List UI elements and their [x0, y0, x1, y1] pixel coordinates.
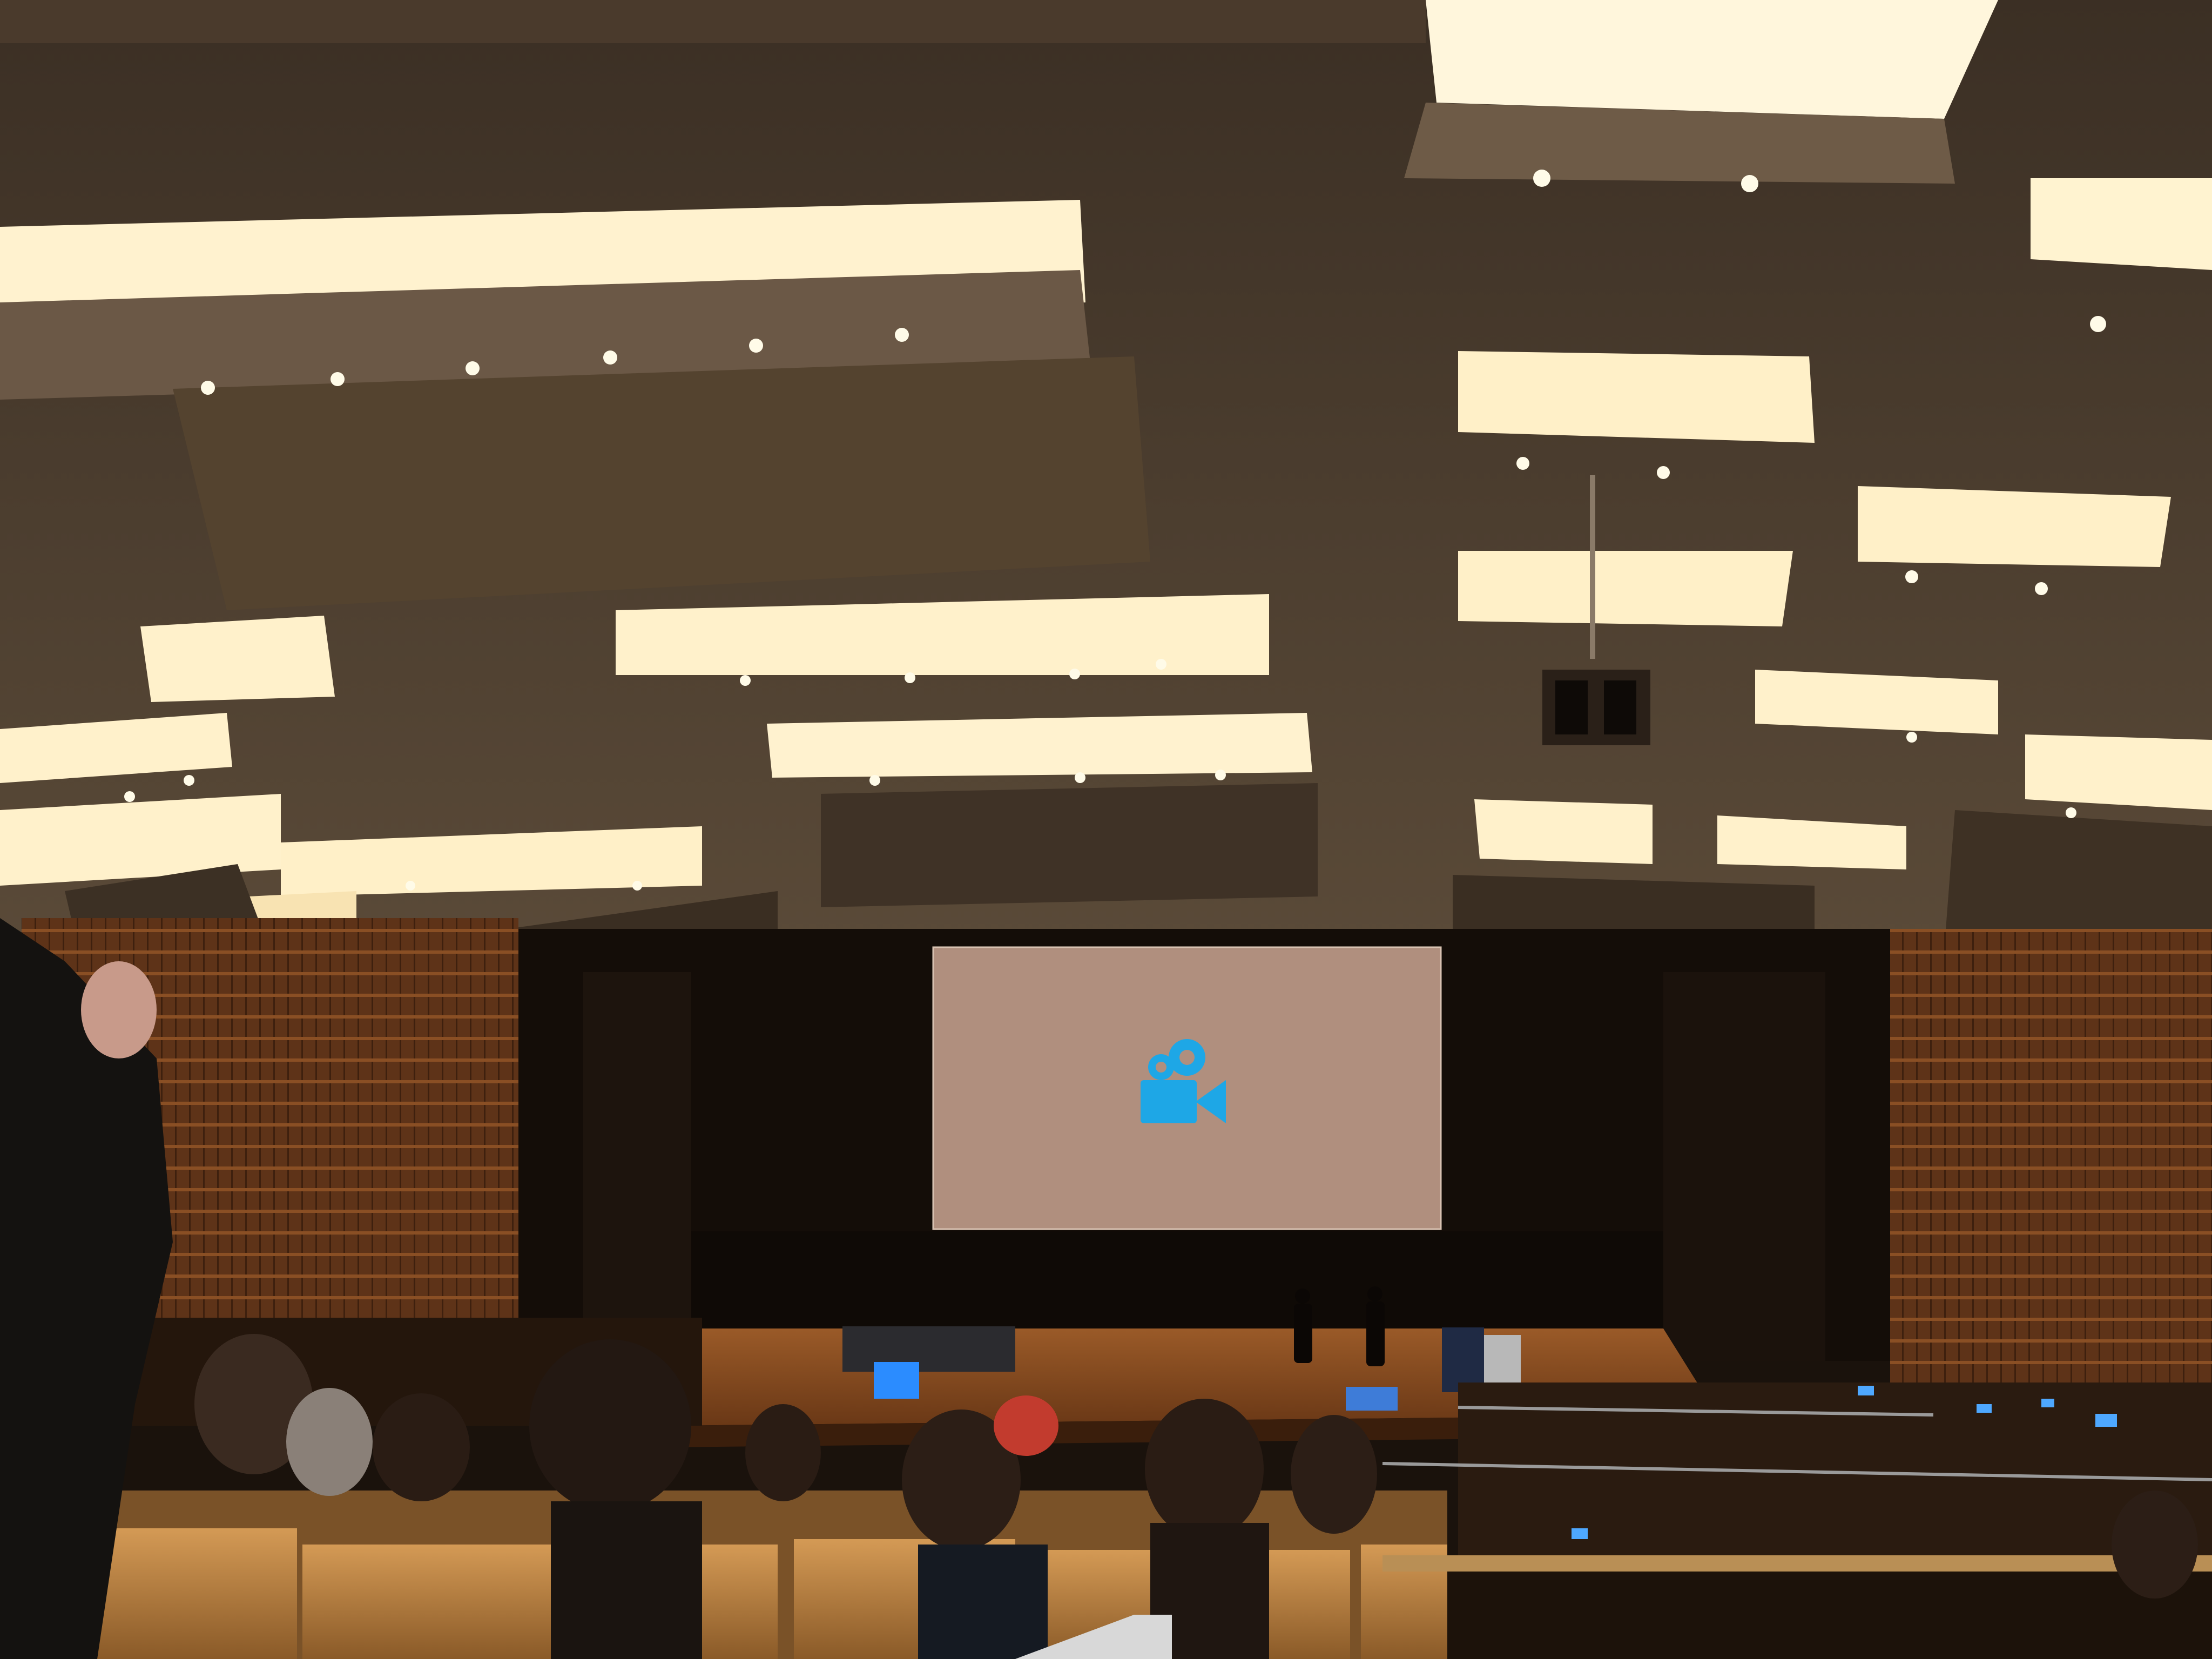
ceiling-panel: [1426, 0, 1998, 119]
downlight: [201, 381, 215, 395]
downlight: [1906, 732, 1917, 743]
downlight: [869, 775, 880, 786]
downlight: [1905, 570, 1918, 583]
foreground-railing: [1382, 1555, 2212, 1572]
downlight: [740, 675, 751, 686]
stage-desk: [842, 1326, 1015, 1372]
ceiling-panel: [1858, 486, 2171, 567]
stage-monitor: [1346, 1387, 1398, 1411]
downlight: [603, 350, 617, 365]
downlight: [331, 372, 345, 386]
ceiling-panel: [0, 0, 1426, 43]
downlight: [466, 361, 480, 375]
downlight: [2035, 582, 2048, 595]
downlight: [1657, 466, 1670, 479]
downlight: [184, 775, 194, 786]
ceiling-panel: [1458, 551, 1793, 626]
ceiling-panel: [1458, 351, 1815, 443]
downlight: [2090, 316, 2106, 332]
downlight: [632, 881, 642, 891]
ceiling-panel: [1755, 670, 1998, 734]
downlight: [895, 328, 909, 342]
stage-monitor: [874, 1362, 919, 1399]
downlight: [905, 672, 915, 683]
ceiling-panel: [1474, 799, 1653, 864]
downlight: [749, 339, 763, 353]
downlight: [1156, 659, 1166, 670]
downlight: [1533, 170, 1550, 187]
downlight: [1069, 669, 1080, 679]
ceiling-panel: [2031, 178, 2212, 270]
downlight: [1215, 770, 1226, 780]
downlight: [406, 881, 415, 891]
downlight: [2066, 807, 2076, 818]
back-wall-right: [1890, 929, 2212, 1393]
ceiling-panel: [140, 616, 335, 702]
hall-scene: [0, 0, 2212, 1659]
downlight: [1516, 457, 1529, 470]
ceiling-panel: [2025, 734, 2212, 810]
foreground-right-floor: [1447, 1572, 2212, 1659]
downlight: [1741, 175, 1758, 192]
downlight: [124, 791, 135, 802]
right-seating: [1458, 1382, 2212, 1577]
downlight: [1075, 772, 1085, 783]
hanging-reflector: [821, 783, 1318, 907]
ceiling-panel: [767, 713, 1312, 778]
